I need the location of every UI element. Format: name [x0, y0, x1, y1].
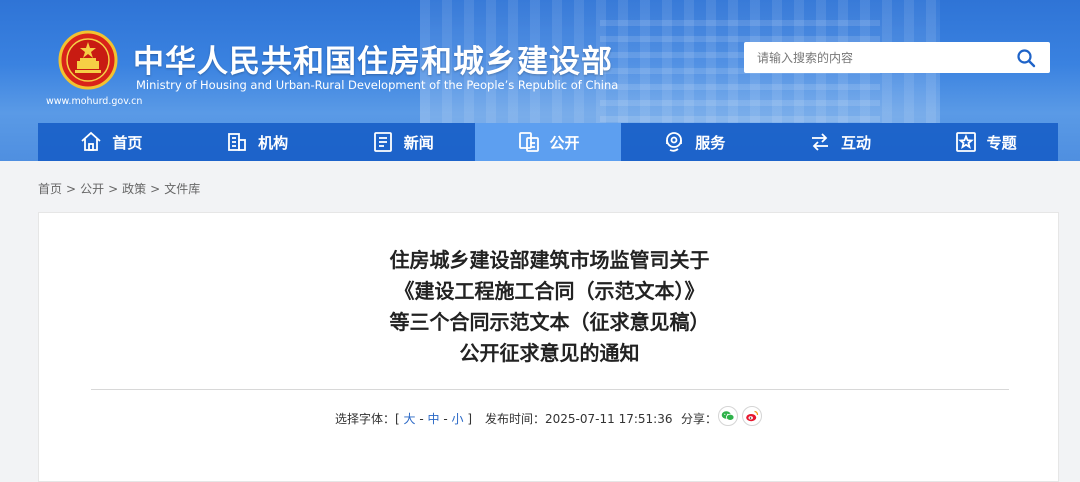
font-size-label: 选择字体： [335, 412, 396, 426]
nav-label: 首页 [112, 133, 143, 152]
nav-label: 新闻 [403, 133, 434, 152]
nav-label: 专题 [986, 133, 1017, 152]
publish-info: 发布时间：2025-07-11 17:51:36 [485, 410, 672, 427]
font-dash: - [443, 412, 448, 426]
site-subtitle: Ministry of Housing and Urban-Rural Deve… [136, 78, 619, 92]
national-emblem-icon [58, 30, 118, 90]
search-input[interactable] [744, 42, 1004, 73]
publish-label: 发布时间： [485, 412, 546, 426]
wechat-share-icon[interactable] [718, 406, 738, 426]
breadcrumb: 首页 > 公开 > 政策 > 文件库 [38, 180, 200, 197]
building-icon [228, 133, 246, 151]
search-box [744, 42, 1050, 73]
publish-time: 2025-07-11 17:51:36 [545, 412, 673, 426]
star-icon [955, 132, 976, 152]
article-title-line: 住房城乡建设部建筑市场监管司关于 [389, 248, 710, 272]
site-url: www.mohurd.gov.cn [46, 96, 143, 107]
article-title-line: 等三个合同示范文本（征求意见稿） [389, 310, 710, 334]
font-size-small-link[interactable]: 小 [452, 412, 464, 426]
breadcrumb-link-library[interactable]: 文件库 [164, 182, 200, 196]
breadcrumb-link-home[interactable]: 首页 [38, 182, 62, 196]
article-title: 住房城乡建设部建筑市场监管司关于 《建设工程施工合同（示范文本）》 等三个合同示… [39, 245, 1060, 369]
search-icon[interactable] [1016, 48, 1036, 68]
article-title-line: 《建设工程施工合同（示范文本）》 [394, 279, 705, 303]
share-label: 分享： [681, 412, 718, 426]
bracket-close: ] [467, 412, 473, 426]
article-card: 住房城乡建设部建筑市场监管司关于 《建设工程施工合同（示范文本）》 等三个合同示… [38, 212, 1059, 482]
weibo-share-icon[interactable] [742, 406, 762, 426]
news-icon [373, 132, 392, 152]
nav-item-organization[interactable]: 机构 [184, 123, 330, 161]
bracket-open: [ [395, 412, 400, 426]
site-header: 中华人民共和国住房和城乡建设部 Ministry of Housing and … [0, 0, 1080, 161]
breadcrumb-separator: > [108, 182, 119, 196]
nav-label: 公开 [549, 133, 580, 152]
nav-item-public[interactable]: 公开 [475, 123, 621, 161]
breadcrumb-separator: > [150, 182, 161, 196]
nav-item-interaction[interactable]: 互动 [767, 123, 913, 161]
home-icon [81, 131, 101, 151]
nav-item-home[interactable]: 首页 [38, 123, 184, 161]
breadcrumb-link-policy[interactable]: 政策 [122, 182, 146, 196]
main-nav: 首页 机构 新闻 公开 服务 互动 专题 [38, 123, 1058, 161]
font-size-large-link[interactable]: 大 [404, 412, 416, 426]
nav-item-topics[interactable]: 专题 [912, 123, 1058, 161]
service-icon [666, 132, 683, 152]
nav-item-news[interactable]: 新闻 [329, 123, 475, 161]
article-meta: 选择字体： [ 大 - 中 - 小 ] 发布时间：2025-07-11 17:5… [39, 406, 1060, 428]
font-size-options: [ 大 - 中 - 小 ] [395, 410, 472, 427]
breadcrumb-link-public[interactable]: 公开 [80, 182, 104, 196]
nav-label: 互动 [840, 133, 871, 152]
font-dash: - [419, 412, 424, 426]
nav-label: 机构 [258, 133, 289, 152]
font-size-medium-link[interactable]: 中 [428, 412, 440, 426]
nav-label: 服务 [695, 133, 726, 152]
document-icon [518, 132, 539, 152]
interaction-icon [811, 133, 828, 151]
title-divider [91, 389, 1009, 390]
breadcrumb-separator: > [66, 182, 77, 196]
site-title: 中华人民共和国住房和城乡建设部 [133, 44, 613, 80]
article-title-line: 公开征求意见的通知 [459, 341, 640, 365]
nav-item-service[interactable]: 服务 [621, 123, 767, 161]
